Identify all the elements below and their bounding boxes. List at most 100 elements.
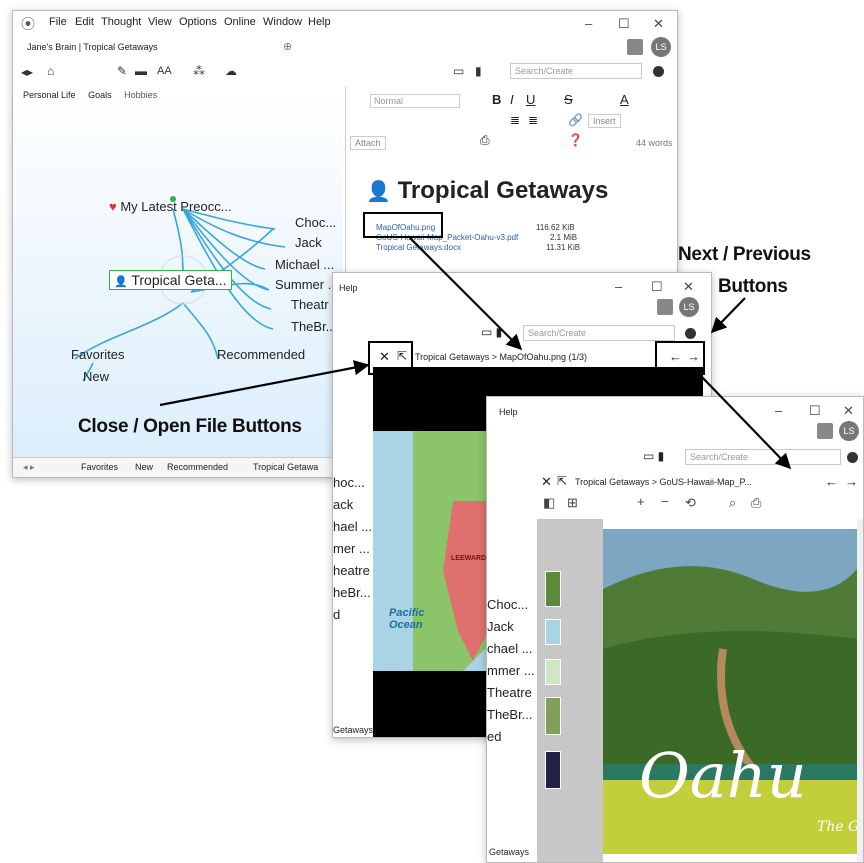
jump-thought[interactable]: New [83,369,109,384]
breadcrumb-item[interactable]: Tropical Getawa [253,462,318,472]
close-file-icon[interactable]: ✕ [541,474,552,490]
close-window-icon[interactable]: ✕ [653,16,664,32]
panel-toggle-icon[interactable]: ▭ ▮ [481,325,502,339]
menu-help[interactable]: Help [499,407,518,417]
page-thumbnail[interactable] [545,571,561,607]
split-view-icon[interactable]: ▮ [475,64,482,78]
parent-thought[interactable]: ♥ My Latest Preocc... [109,199,232,214]
search-input[interactable]: Search/Create [685,449,841,465]
layout-icon[interactable]: ⁂ [193,64,205,78]
rotate-icon[interactable]: ⟲ [685,495,696,511]
partial-thought[interactable]: d [333,607,340,622]
menu-help[interactable]: Help [308,16,331,28]
menu-file[interactable]: File [49,16,67,28]
history-icon[interactable] [653,66,664,77]
menu-options[interactable]: Options [179,16,217,28]
font-color-icon[interactable]: A [620,92,629,107]
user-avatar[interactable]: LS [679,297,699,317]
page-thumbnail[interactable] [545,619,561,645]
jump-thought[interactable]: Recommended [217,347,305,362]
bold-icon[interactable]: B [492,92,501,107]
user-avatar[interactable]: LS [651,37,671,57]
page-thumbnail[interactable] [545,751,561,789]
child-thought[interactable]: TheBr... [291,319,337,334]
page-thumbnail[interactable] [545,659,561,685]
thumbnail-strip[interactable] [537,519,603,862]
cube-icon[interactable] [817,423,833,439]
menu-view[interactable]: View [148,16,172,28]
font-size-icon[interactable]: AA [157,65,172,77]
partial-thought[interactable]: mer ... [333,541,370,556]
history-icon[interactable] [685,328,696,339]
panel-toggle-icon[interactable]: ▭ ▮ [643,449,664,463]
panel-toggle-icon[interactable]: ▭ [453,64,464,78]
history-icon[interactable] [847,452,858,463]
close-window-icon[interactable]: ✕ [843,403,854,419]
active-thought[interactable]: 👤 Tropical Geta... [109,270,232,290]
jump-thought[interactable]: Favorites [71,347,124,362]
style-select[interactable]: Normal [370,94,460,108]
search-icon[interactable]: ⌕ [729,495,736,511]
partial-thought[interactable]: hoc... [333,475,365,490]
previous-icon[interactable]: ← [825,474,838,489]
child-thought[interactable]: Michael ... [275,257,334,272]
breadcrumb-item[interactable]: New [135,462,153,472]
attachment-link[interactable]: Tropical Getaways.docx [376,243,461,252]
next-icon[interactable]: → [845,474,858,489]
breadcrumb-item[interactable]: Recommended [167,462,228,472]
breadcrumb-item[interactable]: Getaways [489,847,529,857]
breadcrumb-item[interactable]: Getaways [333,725,373,735]
menu-online[interactable]: Online [224,16,256,28]
minimize-icon[interactable]: – [775,403,782,418]
cloud-icon[interactable]: ☁ [225,64,237,78]
page-thumbnail[interactable] [545,697,561,735]
partial-thought[interactable]: hael ... [333,519,372,534]
link-icon[interactable]: 🔗 [568,113,583,127]
menu-window[interactable]: Window [263,16,302,28]
strikethrough-icon[interactable]: S [564,92,573,107]
help-icon[interactable]: ❓ [568,133,583,147]
cube-icon[interactable] [657,299,673,315]
menu-help[interactable]: Help [339,283,358,293]
search-input[interactable]: Search/Create [523,325,675,341]
pin-icon[interactable]: ✎ [117,64,127,78]
underline-icon[interactable]: U [526,92,535,107]
app-logo-icon[interactable]: ⦿ [21,14,35,34]
search-input[interactable]: Search/Create [510,63,642,79]
user-avatar[interactable]: LS [839,421,859,441]
open-file-icon[interactable]: ⇱ [557,474,567,488]
insert-button[interactable]: Insert [588,114,621,128]
partial-thought[interactable]: Theatre [487,685,532,700]
minimize-icon[interactable]: – [615,279,622,294]
child-thought[interactable]: Choc... [295,215,336,230]
attach-button[interactable]: Attach [350,136,386,150]
back-forward-icon[interactable]: ◂▸ [21,65,33,79]
menu-edit[interactable]: Edit [75,16,94,28]
zoom-out-icon[interactable]: − [661,494,669,509]
brain-tab[interactable]: Jane's Brain | Tropical Getaways [27,42,158,52]
child-thought[interactable]: Summer ... [275,277,339,292]
folder-icon[interactable]: ▬ [135,64,147,78]
partial-thought[interactable]: chael ... [487,641,533,656]
add-tab-icon[interactable]: ⊕ [283,40,292,53]
child-thought[interactable]: Theatr [291,297,329,312]
vertical-scrollbar[interactable] [857,519,863,862]
maximize-icon[interactable]: ☐ [618,16,630,32]
align-left-icon[interactable]: ≣ [510,113,520,127]
partial-thought[interactable]: ed [487,729,501,744]
child-thought[interactable]: Jack [295,235,322,250]
plex-view[interactable]: Personal Life Goals Hobbies ♥ My Latest … [13,87,343,457]
align-center-icon[interactable]: ≣ [528,113,538,127]
breadcrumb-nav-icon[interactable]: ◂ ▸ [23,462,35,473]
print-icon[interactable]: ⎙ [751,495,761,511]
print-icon[interactable]: ⎙ [480,133,490,148]
partial-thought[interactable]: Jack [487,619,514,634]
zoom-in-icon[interactable]: + [637,494,645,509]
grid-view-icon[interactable]: ⊞ [567,495,578,511]
italic-icon[interactable]: I [510,92,514,107]
partial-thought[interactable]: ack [333,497,353,512]
partial-thought[interactable]: heatre [333,563,370,578]
breadcrumb-item[interactable]: Favorites [81,462,118,472]
close-window-icon[interactable]: ✕ [683,279,694,295]
home-icon[interactable]: ⌂ [47,64,54,78]
